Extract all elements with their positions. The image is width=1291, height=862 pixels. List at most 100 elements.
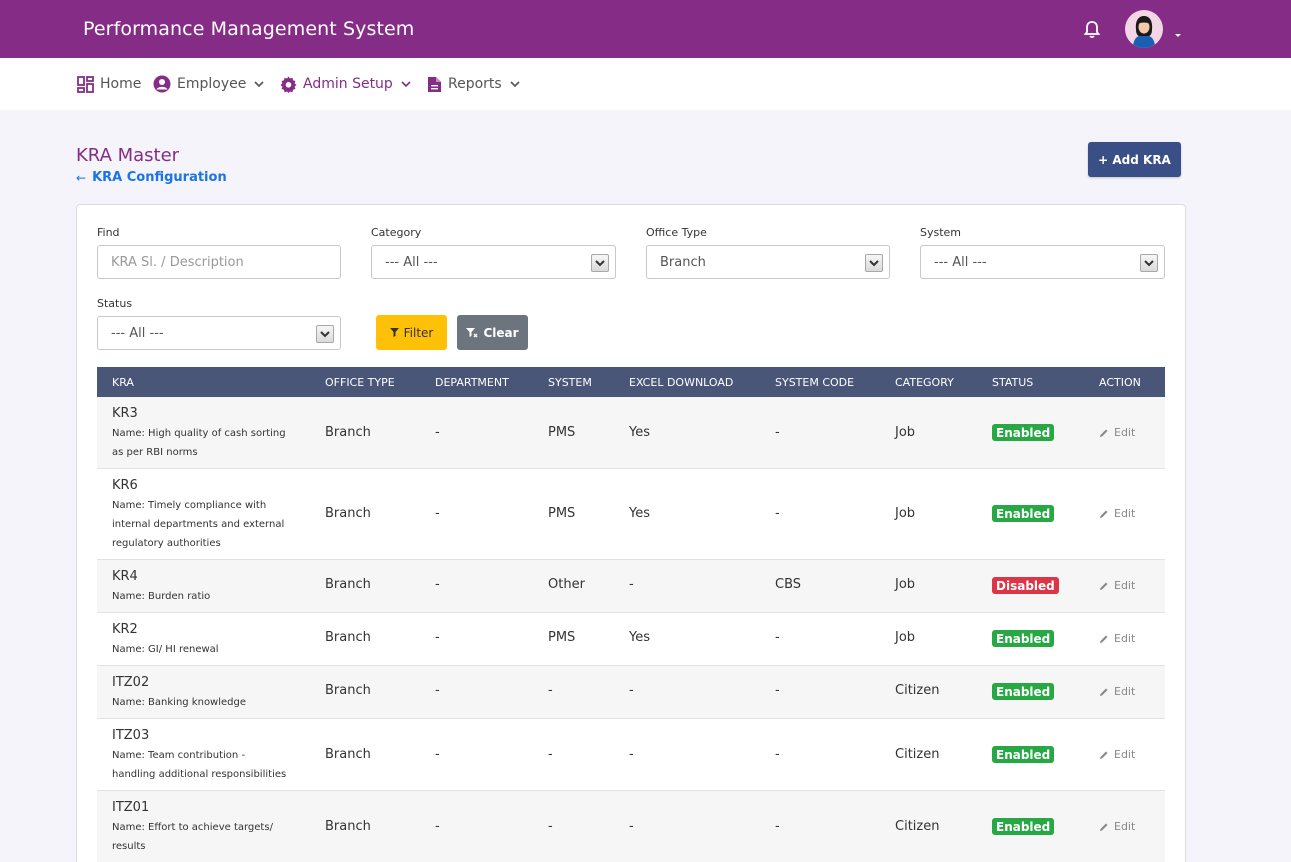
edit-button[interactable]: Edit <box>1099 426 1135 439</box>
status-badge: Enabled <box>992 746 1055 763</box>
system-select[interactable]: --- All --- <box>920 245 1165 279</box>
col-status[interactable]: STATUS <box>992 376 1033 389</box>
kra-name-line: as per RBI norms <box>112 447 198 458</box>
edit-label: Edit <box>1114 507 1136 520</box>
category-select[interactable]: --- All --- <box>371 245 616 279</box>
table-row: KR3 Name: High quality of cash sorting a… <box>97 397 1165 469</box>
kra-name-line: regulatory authorities <box>112 538 221 549</box>
col-system-code[interactable]: SYSTEM CODE <box>775 376 854 389</box>
gear-icon <box>280 76 297 93</box>
col-office-type[interactable]: OFFICE TYPE <box>325 376 395 389</box>
kra-name-line: Name: Effort to achieve targets/ <box>112 822 273 833</box>
table-row: ITZ02 Name: Banking knowledge Branch - -… <box>97 666 1165 719</box>
status-badge: Enabled <box>992 424 1055 441</box>
col-category[interactable]: CATEGORY <box>895 376 954 389</box>
col-action: ACTION <box>1099 376 1141 389</box>
system-cell: - <box>548 683 553 698</box>
kra-code: ITZ03 <box>112 728 150 743</box>
avatar[interactable] <box>1125 10 1163 48</box>
category-cell: Job <box>895 425 916 440</box>
system-cell: PMS <box>548 506 576 521</box>
kra-name: Name: Banking knowledge <box>112 693 312 712</box>
system-code-cell: - <box>775 425 780 440</box>
find-label: Find <box>97 226 120 239</box>
nav-home[interactable]: Home <box>77 58 141 110</box>
pencil-icon <box>1100 823 1108 831</box>
status-badge: Enabled <box>992 505 1055 522</box>
status-badge: Enabled <box>992 630 1055 647</box>
top-bar: Performance Management System <box>0 0 1291 58</box>
back-link[interactable]: ← KRA Configuration <box>76 170 227 185</box>
find-input[interactable]: KRA Sl. / Description <box>97 245 341 279</box>
page-title: KRA Master <box>76 145 180 166</box>
kra-code: ITZ02 <box>112 675 150 690</box>
add-kra-button[interactable]: + Add KRA <box>1088 142 1181 177</box>
kra-name-line: Name: Team contribution - <box>112 750 246 761</box>
system-code-cell: - <box>775 819 780 834</box>
office-type-cell: Branch <box>325 819 371 834</box>
system-label: System <box>920 226 962 239</box>
office-type-select[interactable]: Branch <box>646 245 890 279</box>
nav-admin-setup[interactable]: Admin Setup <box>280 58 411 110</box>
status-label: Status <box>97 297 133 310</box>
select-arrow-icon <box>1140 254 1158 272</box>
bell-icon[interactable] <box>1083 20 1101 40</box>
system-code-cell: - <box>775 630 780 645</box>
office-type-cell: Branch <box>325 506 371 521</box>
edit-button[interactable]: Edit <box>1099 507 1135 520</box>
category-label: Category <box>371 226 422 239</box>
nav-reports[interactable]: Reports <box>427 58 520 110</box>
edit-button[interactable]: Edit <box>1099 579 1135 592</box>
pencil-icon <box>1100 582 1108 590</box>
department-cell: - <box>435 630 440 645</box>
filter-button[interactable]: Filter <box>376 315 447 350</box>
clear-button-label: Clear <box>483 325 519 340</box>
pencil-icon <box>1100 635 1108 643</box>
clear-button[interactable]: Clear <box>457 315 528 350</box>
table-header: KRA OFFICE TYPE DEPARTMENT SYSTEM EXCEL … <box>97 367 1165 397</box>
chevron-down-icon <box>254 80 264 87</box>
nav-reports-label: Reports <box>448 76 502 92</box>
office-type-cell: Branch <box>325 747 371 762</box>
system-select-value: --- All --- <box>934 254 987 270</box>
table-row: KR2 Name: GI/ HI renewal Branch - PMS Ye… <box>97 613 1165 666</box>
select-arrow-icon <box>865 254 883 272</box>
system-cell: - <box>548 819 553 834</box>
kra-name-line: Name: Timely compliance with <box>112 500 267 511</box>
col-excel-download[interactable]: EXCEL DOWNLOAD <box>629 376 733 389</box>
nav-employee[interactable]: Employee <box>153 58 264 110</box>
office-type-cell: Branch <box>325 577 371 592</box>
caret-down-icon[interactable] <box>1174 33 1182 39</box>
chevron-down-icon <box>510 80 520 87</box>
col-system[interactable]: SYSTEM <box>548 376 592 389</box>
kra-name-line: Name: Burden ratio <box>112 591 211 602</box>
table-row: ITZ01 Name: Effort to achieve targets/ r… <box>97 791 1165 862</box>
kra-name: Name: High quality of cash sorting as pe… <box>112 424 312 462</box>
kra-name-line: handling additional responsibilities <box>112 769 287 780</box>
category-cell: Citizen <box>895 747 940 762</box>
system-code-cell: - <box>775 747 780 762</box>
kra-name: Name: Effort to achieve targets/ results <box>112 818 312 856</box>
back-link-label: KRA Configuration <box>92 170 227 185</box>
category-select-value: --- All --- <box>385 254 438 270</box>
pencil-icon <box>1100 510 1108 518</box>
kra-name: Name: GI/ HI renewal <box>112 640 312 659</box>
col-department[interactable]: DEPARTMENT <box>435 376 509 389</box>
status-select[interactable]: --- All --- <box>97 316 341 350</box>
department-cell: - <box>435 425 440 440</box>
edit-button[interactable]: Edit <box>1099 632 1135 645</box>
edit-button[interactable]: Edit <box>1099 748 1135 761</box>
system-code-cell: CBS <box>775 577 802 592</box>
kra-name: Name: Timely compliance with internal de… <box>112 496 312 553</box>
edit-button[interactable]: Edit <box>1099 685 1135 698</box>
file-icon <box>428 76 441 92</box>
nav-home-label: Home <box>100 76 142 92</box>
edit-button[interactable]: Edit <box>1099 820 1135 833</box>
department-cell: - <box>435 819 440 834</box>
user-circle-icon <box>153 75 171 93</box>
dashboard-icon <box>77 75 94 93</box>
nav-admin-setup-label: Admin Setup <box>303 76 393 92</box>
department-cell: - <box>435 747 440 762</box>
department-cell: - <box>435 577 440 592</box>
col-kra[interactable]: KRA <box>112 376 134 389</box>
